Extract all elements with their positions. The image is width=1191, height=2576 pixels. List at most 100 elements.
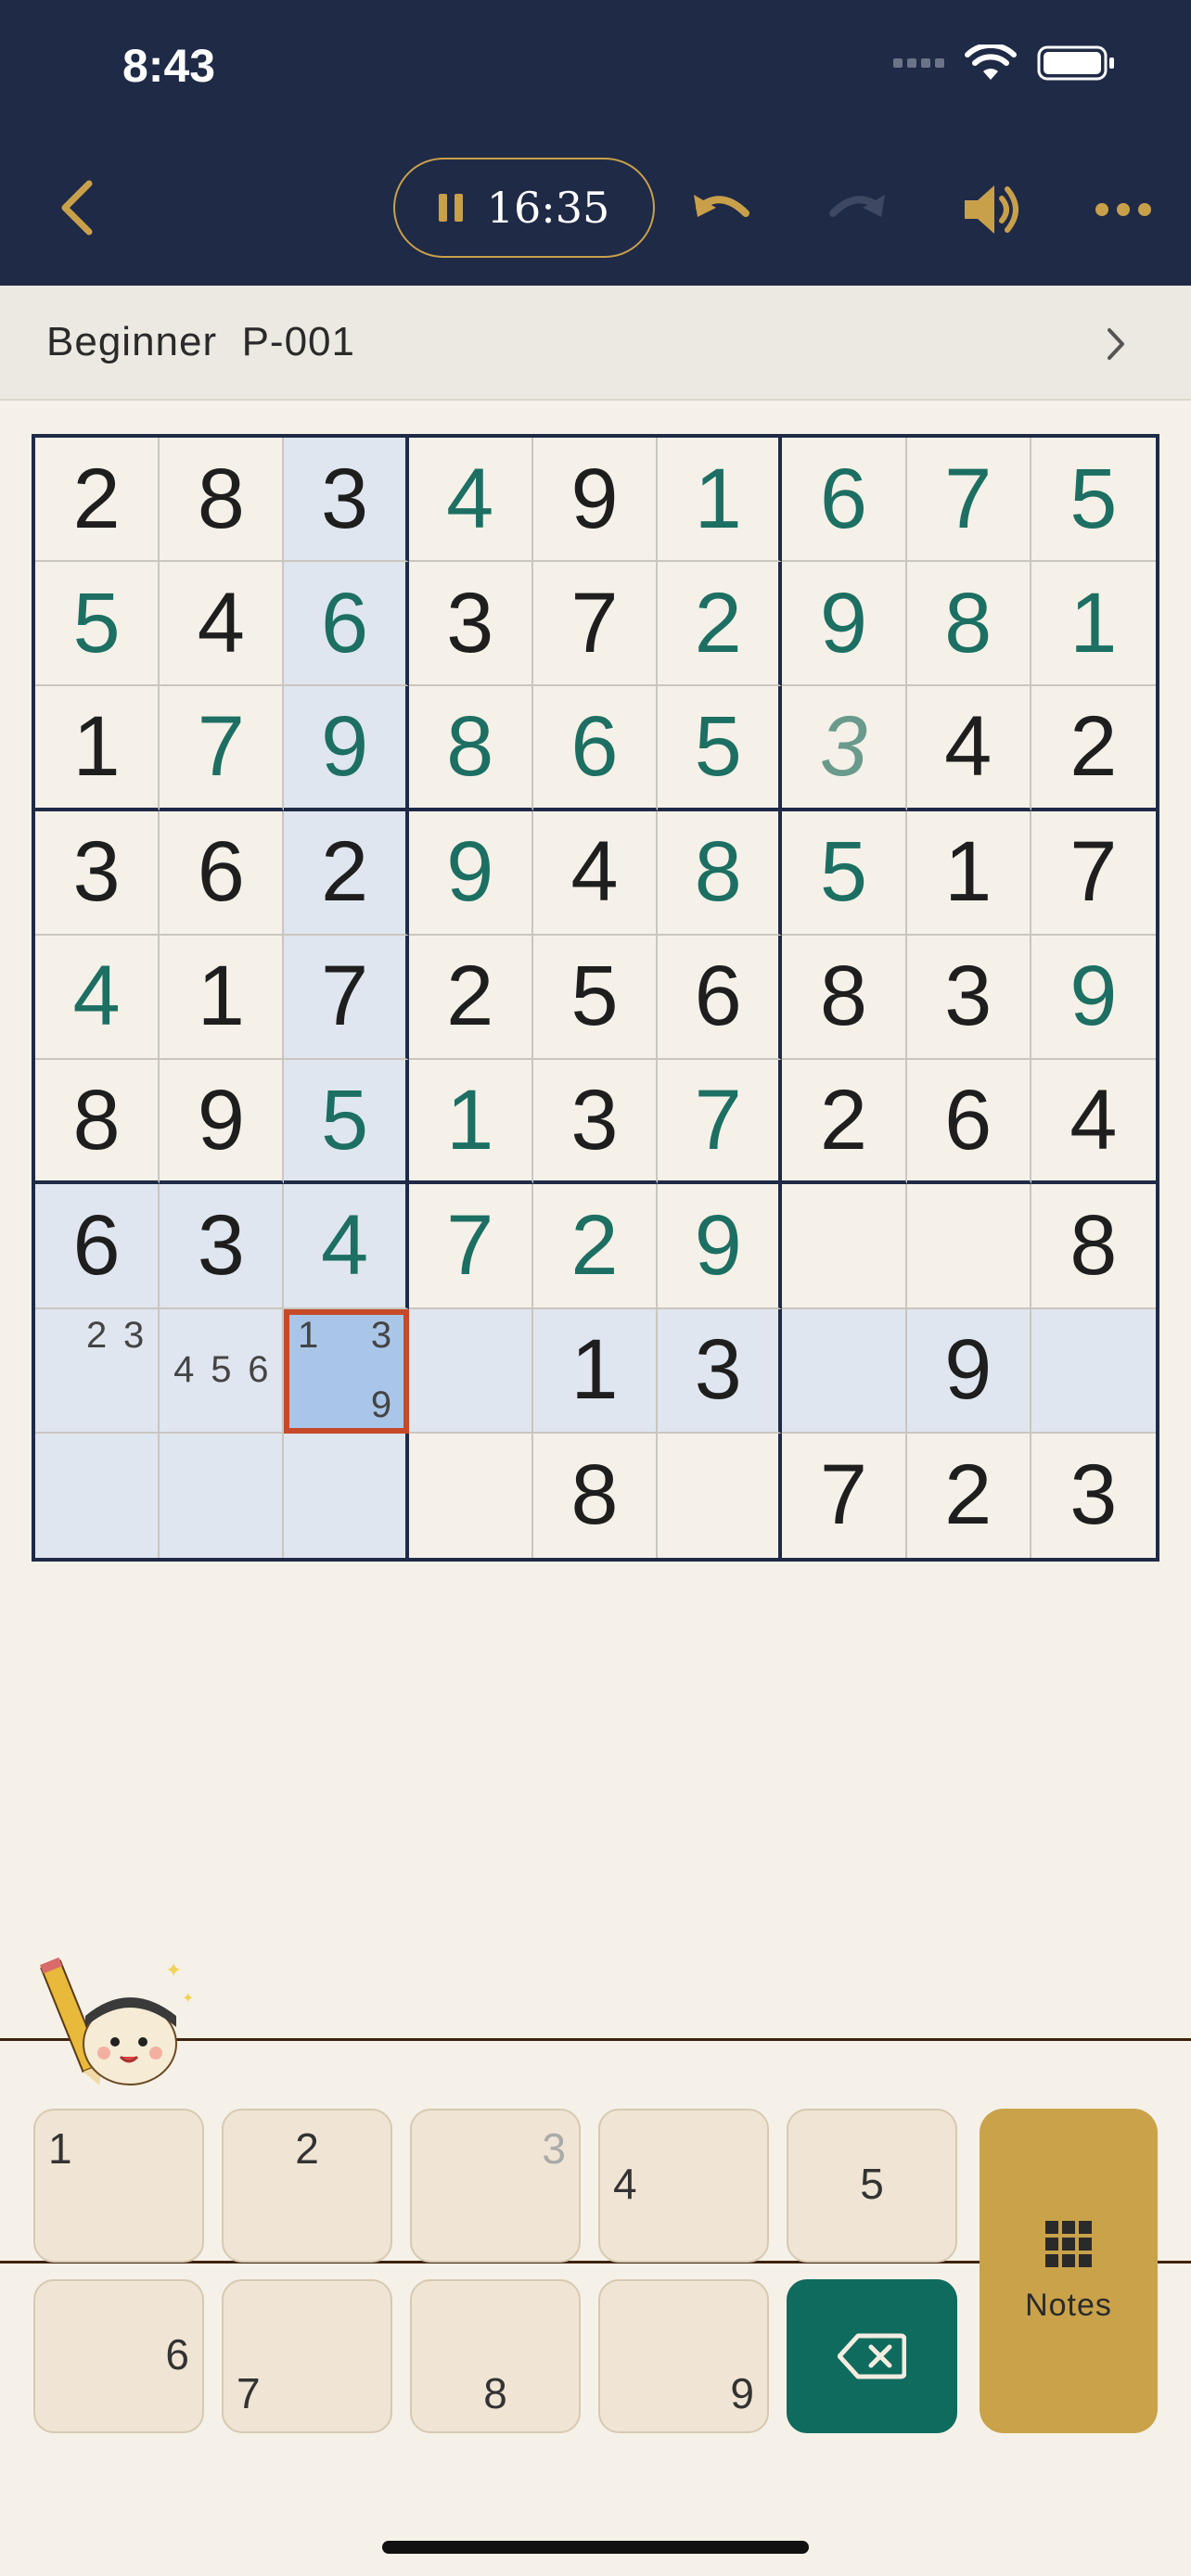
number-key-3[interactable]: 3 xyxy=(410,2109,581,2263)
grid-cell-r9c9[interactable]: 3 xyxy=(1031,1434,1156,1558)
grid-cell-r6c6[interactable]: 7 xyxy=(658,1060,783,1185)
grid-cell-r4c9[interactable]: 7 xyxy=(1031,811,1156,936)
grid-cell-r4c6[interactable]: 8 xyxy=(658,810,783,936)
grid-cell-r5c3[interactable]: 7 xyxy=(284,935,409,1061)
grid-cell-r7c6[interactable]: 9 xyxy=(658,1184,783,1309)
grid-cell-r7c8[interactable] xyxy=(906,1184,1031,1309)
grid-cell-r2c3[interactable]: 6 xyxy=(284,562,409,687)
grid-cell-r1c4[interactable]: 4 xyxy=(408,438,533,563)
grid-cell-r9c1[interactable] xyxy=(35,1433,160,1558)
grid-cell-r1c3[interactable]: 3 xyxy=(284,438,409,563)
delete-button[interactable] xyxy=(787,2279,957,2433)
grid-cell-r1c6[interactable]: 1 xyxy=(658,438,783,563)
grid-cell-r2c9[interactable]: 1 xyxy=(1031,562,1156,687)
grid-cell-r1c7[interactable]: 6 xyxy=(782,438,907,563)
grid-cell-r4c1[interactable]: 3 xyxy=(35,810,160,936)
grid-cell-r6c9[interactable]: 4 xyxy=(1031,1060,1156,1185)
grid-cell-r5c7[interactable]: 8 xyxy=(782,935,907,1061)
grid-cell-r6c1[interactable]: 8 xyxy=(35,1060,160,1185)
grid-cell-r6c2[interactable]: 9 xyxy=(160,1060,285,1185)
grid-cell-r2c5[interactable]: 7 xyxy=(532,562,659,687)
grid-cell-r2c8[interactable]: 8 xyxy=(906,562,1031,687)
grid-cell-r3c8[interactable]: 4 xyxy=(906,686,1031,811)
grid-cell-r4c4[interactable]: 9 xyxy=(408,810,533,936)
grid-cell-r5c9[interactable]: 9 xyxy=(1031,936,1156,1061)
grid-cell-r3c9[interactable]: 2 xyxy=(1031,686,1156,811)
grid-cell-r2c7[interactable]: 9 xyxy=(782,562,907,687)
grid-cell-r8c1[interactable]: 23 xyxy=(35,1308,160,1434)
grid-cell-r7c5[interactable]: 2 xyxy=(532,1184,659,1309)
grid-cell-r4c7[interactable]: 5 xyxy=(782,810,907,936)
level-bar[interactable]: Beginner P-001 xyxy=(0,286,1191,401)
grid-cell-r6c8[interactable]: 6 xyxy=(906,1060,1031,1185)
number-key-7[interactable]: 7 xyxy=(222,2279,392,2433)
grid-cell-r5c1[interactable]: 4 xyxy=(35,935,160,1061)
grid-cell-r9c2[interactable] xyxy=(160,1433,285,1558)
grid-cell-r7c1[interactable]: 6 xyxy=(35,1184,160,1309)
grid-cell-r3c2[interactable]: 7 xyxy=(160,686,285,811)
number-key-6[interactable]: 6 xyxy=(33,2279,204,2433)
grid-cell-r2c6[interactable]: 2 xyxy=(658,562,783,687)
notes-toggle-button[interactable]: Notes xyxy=(980,2109,1158,2433)
grid-cell-r9c5[interactable]: 8 xyxy=(533,1433,659,1558)
grid-cell-r6c7[interactable]: 2 xyxy=(782,1060,907,1185)
grid-cell-r2c4[interactable]: 3 xyxy=(408,562,533,687)
grid-cell-r9c6[interactable] xyxy=(658,1433,783,1558)
grid-cell-r7c2[interactable]: 3 xyxy=(160,1184,285,1309)
grid-cell-r8c4[interactable] xyxy=(408,1308,533,1434)
grid-cell-r8c3[interactable]: 1 3 9 xyxy=(284,1308,409,1434)
grid-cell-r4c8[interactable]: 1 xyxy=(906,810,1031,936)
grid-cell-r4c3[interactable]: 2 xyxy=(284,810,409,936)
grid-cell-r3c7[interactable]: 3 xyxy=(782,686,907,811)
grid-cell-r1c1[interactable]: 2 xyxy=(35,438,160,563)
more-options-icon[interactable] xyxy=(1091,180,1156,239)
grid-cell-r5c2[interactable]: 1 xyxy=(160,935,285,1061)
grid-cell-r5c6[interactable]: 6 xyxy=(658,935,783,1061)
sudoku-grid[interactable]: 2834916755463729811798653423629485174172… xyxy=(32,434,1159,1562)
grid-cell-r3c1[interactable]: 1 xyxy=(35,686,160,811)
grid-cell-r9c7[interactable]: 7 xyxy=(782,1433,907,1558)
grid-cell-r4c5[interactable]: 4 xyxy=(532,810,659,936)
grid-cell-r2c1[interactable]: 5 xyxy=(35,562,160,687)
grid-cell-r6c3[interactable]: 5 xyxy=(284,1060,409,1185)
redo-icon[interactable] xyxy=(824,180,889,239)
grid-cell-r6c4[interactable]: 1 xyxy=(408,1060,533,1185)
number-key-8[interactable]: 8 xyxy=(410,2279,581,2433)
grid-cell-r5c8[interactable]: 3 xyxy=(906,935,1031,1061)
grid-cell-r4c2[interactable]: 6 xyxy=(160,810,285,936)
back-chevron-icon[interactable] xyxy=(56,178,100,237)
grid-cell-r3c3[interactable]: 9 xyxy=(284,686,409,811)
timer-pause-button[interactable]: 16:35 xyxy=(393,158,655,258)
grid-cell-r5c5[interactable]: 5 xyxy=(532,935,659,1061)
grid-cell-r7c7[interactable] xyxy=(782,1184,907,1309)
number-key-9[interactable]: 9 xyxy=(598,2279,769,2433)
grid-cell-r6c5[interactable]: 3 xyxy=(532,1060,659,1185)
grid-cell-r1c5[interactable]: 9 xyxy=(532,438,659,563)
grid-cell-r8c9[interactable] xyxy=(1031,1308,1156,1434)
number-key-5[interactable]: 5 xyxy=(787,2109,957,2263)
grid-cell-r9c8[interactable]: 2 xyxy=(907,1433,1031,1558)
grid-cell-r5c4[interactable]: 2 xyxy=(408,935,533,1061)
grid-cell-r8c7[interactable] xyxy=(782,1308,907,1434)
grid-cell-r8c6[interactable]: 3 xyxy=(658,1308,783,1434)
grid-cell-r1c8[interactable]: 7 xyxy=(906,438,1031,563)
grid-cell-r2c2[interactable]: 4 xyxy=(160,562,285,687)
number-key-1[interactable]: 1 xyxy=(33,2109,204,2263)
grid-cell-r3c6[interactable]: 5 xyxy=(658,686,783,811)
grid-cell-r9c3[interactable] xyxy=(284,1433,409,1558)
number-key-4[interactable]: 4 xyxy=(598,2109,769,2263)
grid-cell-r8c8[interactable]: 9 xyxy=(906,1308,1031,1434)
grid-cell-r7c4[interactable]: 7 xyxy=(408,1184,533,1309)
undo-icon[interactable] xyxy=(690,180,755,239)
grid-cell-r7c9[interactable]: 8 xyxy=(1031,1184,1156,1309)
grid-cell-r3c4[interactable]: 8 xyxy=(408,686,533,811)
grid-cell-r9c4[interactable] xyxy=(409,1433,533,1558)
grid-cell-r7c3[interactable]: 4 xyxy=(284,1184,409,1309)
grid-cell-r8c2[interactable]: 456 xyxy=(160,1308,285,1434)
grid-cell-r1c2[interactable]: 8 xyxy=(160,438,285,563)
sound-icon[interactable] xyxy=(959,180,1024,239)
grid-cell-r1c9[interactable]: 5 xyxy=(1031,438,1156,563)
number-key-2[interactable]: 2 xyxy=(222,2109,392,2263)
grid-cell-r3c5[interactable]: 6 xyxy=(532,686,659,811)
grid-cell-r8c5[interactable]: 1 xyxy=(532,1308,659,1434)
